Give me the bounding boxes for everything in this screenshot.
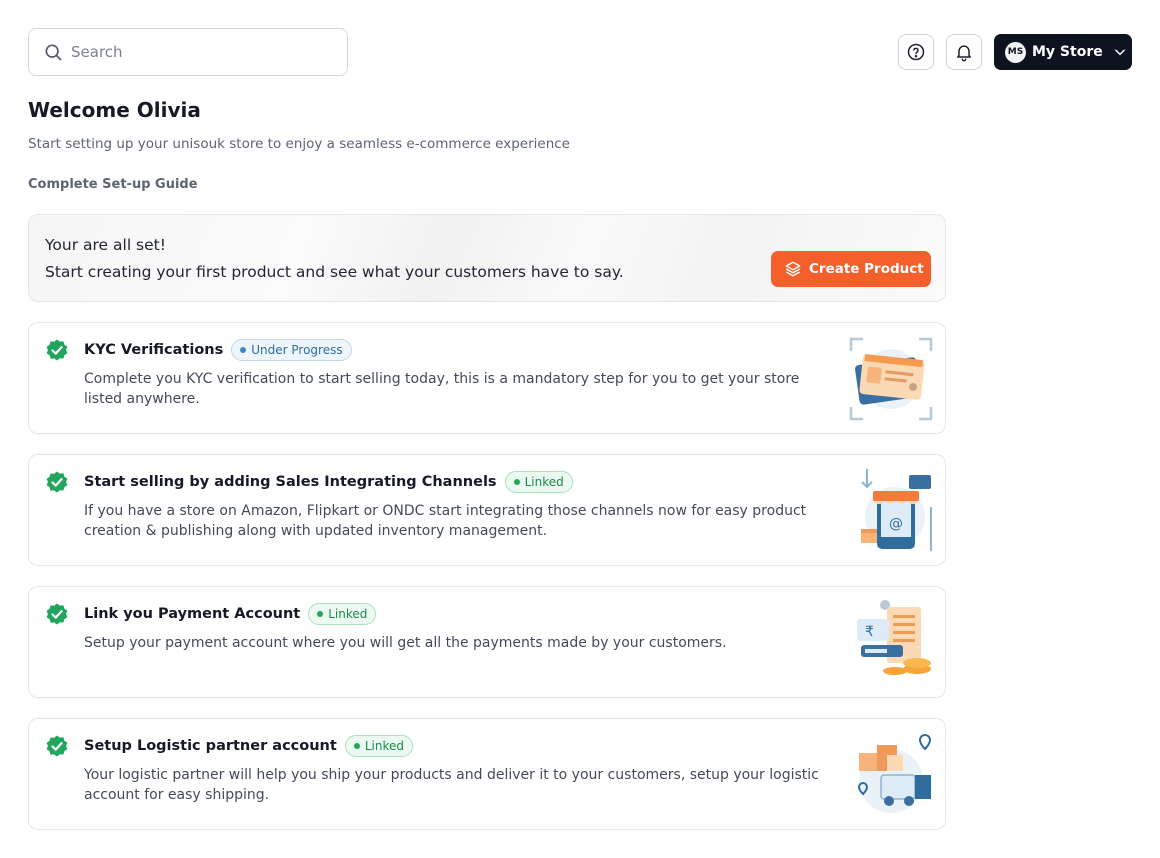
setup-guide-heading: Complete Set-up Guide: [28, 177, 198, 192]
step-title: Start selling by adding Sales Integratin…: [84, 474, 497, 490]
status-badge-label: Under Progress: [251, 343, 343, 357]
store-switcher-button[interactable]: MS My Store: [994, 34, 1132, 70]
step-card-logistics[interactable]: Setup Logistic partner account Linked Yo…: [28, 718, 946, 830]
step-card-sales-channels[interactable]: Start selling by adding Sales Integratin…: [28, 454, 946, 566]
identity-card-icon: [849, 337, 933, 421]
status-badge: Linked: [344, 735, 413, 757]
layers-icon: [785, 261, 801, 277]
step-title: KYC Verifications: [84, 342, 224, 358]
create-product-button[interactable]: Create Product: [771, 251, 931, 287]
store-name: My Store: [1032, 44, 1103, 60]
step-description: If you have a store on Amazon, Flipkart …: [84, 503, 807, 539]
status-badge: Linked: [308, 603, 377, 625]
verified-check-icon: [46, 471, 68, 493]
status-badge-label: Linked: [328, 607, 368, 621]
page-subtitle: Start setting up your unisouk store to e…: [28, 136, 570, 152]
help-icon: [907, 43, 925, 61]
step-card-kyc[interactable]: KYC Verifications Under Progress Complet…: [28, 322, 946, 434]
help-button[interactable]: [898, 34, 934, 70]
status-badge: Under Progress: [231, 339, 352, 361]
svg-text:₹: ₹: [865, 624, 874, 640]
search-input[interactable]: [71, 43, 321, 61]
create-product-label: Create Product: [809, 261, 924, 277]
page-title: Welcome Olivia: [28, 98, 201, 122]
all-set-heading: Your are all set!: [45, 236, 166, 254]
search-icon: [45, 44, 62, 61]
all-set-banner: Your are all set! Start creating your fi…: [28, 214, 946, 302]
step-description: Your logistic partner will help you ship…: [84, 767, 819, 803]
step-description: Complete you KYC verification to start s…: [84, 371, 800, 407]
status-badge-label: Linked: [364, 739, 404, 753]
all-set-message: Start creating your first product and se…: [45, 263, 624, 281]
step-title: Setup Logistic partner account: [84, 738, 337, 754]
notifications-button[interactable]: [946, 34, 982, 70]
chevron-down-icon: [1114, 49, 1125, 56]
bell-icon: [957, 45, 971, 62]
step-description: Setup your payment account where you wil…: [84, 635, 727, 651]
payment-invoice-icon: ₹: [857, 600, 931, 675]
step-card-payment[interactable]: Link you Payment Account Linked Setup yo…: [28, 586, 946, 698]
online-store-icon: @: [861, 469, 932, 551]
store-avatar: MS: [1005, 41, 1026, 63]
step-title: Link you Payment Account: [84, 606, 301, 622]
delivery-truck-icon: [857, 733, 932, 813]
verified-check-icon: [46, 735, 68, 757]
svg-text:@: @: [889, 516, 903, 532]
verified-check-icon: [46, 339, 68, 361]
search-box[interactable]: [28, 28, 348, 76]
verified-check-icon: [46, 603, 68, 625]
status-badge: Linked: [504, 471, 573, 493]
status-badge-label: Linked: [524, 475, 564, 489]
